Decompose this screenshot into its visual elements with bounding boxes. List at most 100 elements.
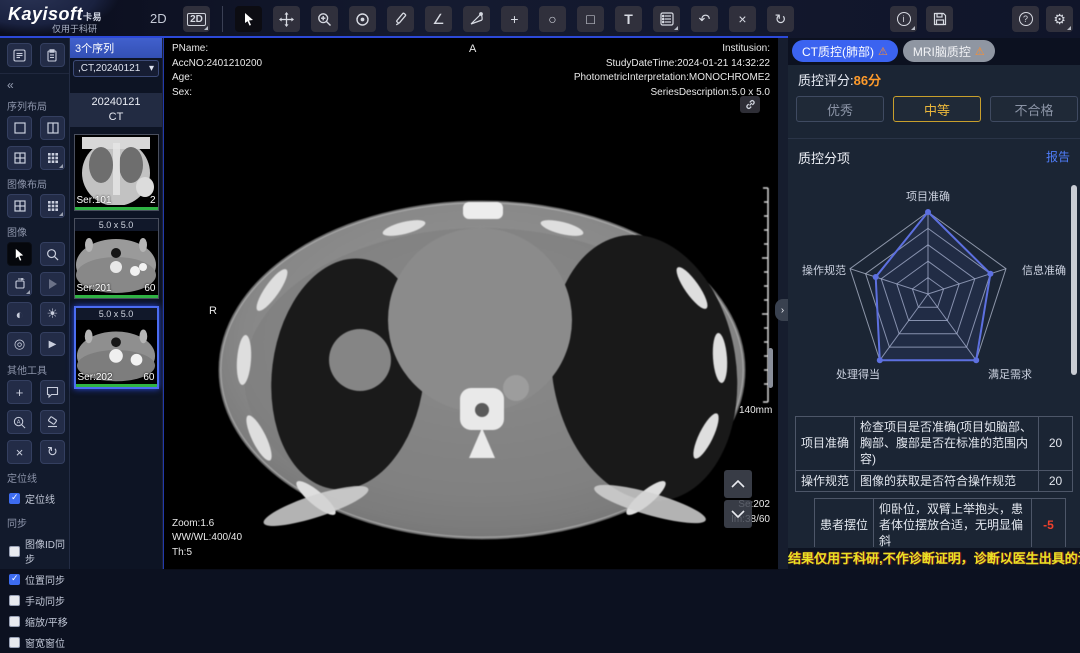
pan-tool-button[interactable]	[273, 6, 300, 32]
series-thumbnail-201[interactable]: 5.0 x 5.0 Ser:20160	[74, 218, 159, 299]
tool-find-button[interactable]: A	[7, 410, 32, 434]
tool-comment-button[interactable]	[40, 380, 65, 404]
info-button[interactable]: i	[890, 6, 917, 32]
save-icon	[933, 12, 947, 26]
2d-mode-icon: 2D	[187, 13, 206, 26]
radar-label-2: 满足需求	[980, 366, 1040, 382]
layout-1x2-button[interactable]	[40, 116, 65, 140]
warning-icon: ⚠	[878, 45, 888, 58]
text-tool-button[interactable]: T	[615, 6, 642, 32]
panel-scrollbar	[1071, 150, 1077, 540]
zoom-in-tool-button[interactable]	[311, 6, 338, 32]
checkbox-label: 窗宽窗位	[25, 635, 65, 650]
img-layout-3x3-button[interactable]	[40, 194, 65, 218]
collapse-sidebar-button[interactable]: «	[0, 74, 69, 92]
probe-tool-button[interactable]: +	[501, 6, 528, 32]
length-tool-button[interactable]	[387, 6, 414, 32]
rectangle-icon: □	[586, 11, 594, 27]
checkbox-position-sync[interactable]	[9, 574, 20, 585]
reset-button[interactable]: ↻	[767, 6, 794, 32]
cobb-angle-tool-button[interactable]	[463, 6, 490, 32]
ruler-label: 140mm	[739, 404, 772, 419]
table-row: 患者摆位 仰卧位，双臂上举抱头，患者体位摆放合适，无明显偏斜 -5	[815, 498, 1066, 547]
checkbox-label: 缩放/平移	[25, 614, 68, 629]
section-image-layout: 图像布局	[0, 170, 69, 194]
image-rotate-button[interactable]	[7, 272, 32, 296]
worklist-button[interactable]	[7, 43, 32, 67]
report-button[interactable]	[40, 43, 65, 67]
checkbox-label: 位置同步	[25, 572, 65, 587]
layout-1x1-button[interactable]	[7, 116, 32, 140]
checkbox-image-id-sync[interactable]	[9, 546, 20, 557]
target-tool-button[interactable]	[349, 6, 376, 32]
grade-fail-button[interactable]: 不合格	[990, 96, 1078, 122]
panel-scrollbar-thumb[interactable]	[1071, 185, 1077, 375]
img-layout-2x2-button[interactable]	[7, 194, 32, 218]
spiral-icon: ◎	[14, 336, 25, 352]
image-viewport[interactable]: PName:AccNO:2401210200 Age:Sex: Institus…	[163, 38, 778, 569]
info-icon: i	[897, 12, 911, 26]
search-a-icon: A	[13, 416, 26, 429]
tool-reset-button[interactable]: ↻	[40, 440, 65, 464]
angle-tool-button[interactable]: ∠	[425, 6, 452, 32]
help-button[interactable]: ?	[1012, 6, 1039, 32]
undo-button[interactable]: ↶	[691, 6, 718, 32]
thumb-series-label: Ser:202	[78, 372, 113, 383]
thumb-top-label: 5.0 x 5.0	[75, 219, 158, 231]
checkbox-manual-sync[interactable]	[9, 595, 20, 606]
eraser-icon	[46, 416, 59, 428]
share-link-button[interactable]	[740, 96, 760, 113]
grade-medium-button[interactable]: 中等	[893, 96, 981, 122]
qc-radar-chart: 项目准确 信息准确 满足需求 处理得当 操作规范	[788, 166, 1080, 408]
save-button[interactable]	[926, 6, 953, 32]
settings-button[interactable]: ⚙	[1046, 6, 1073, 32]
table-row: 操作规范 图像的获取是否符合操作规范 20	[796, 470, 1073, 491]
thumb-count: 60	[144, 283, 155, 294]
series-count-header: 3个序列	[70, 38, 162, 58]
image-magnify-button[interactable]	[40, 242, 65, 266]
scroll-down-button[interactable]	[724, 500, 752, 528]
reset-icon: ↻	[775, 11, 787, 28]
report-link[interactable]: 报告	[1046, 148, 1070, 167]
list-icon	[13, 49, 26, 62]
2d-mode-button[interactable]: 2D	[183, 6, 210, 32]
layout-3x3-button[interactable]	[40, 146, 65, 170]
tool-delete-button[interactable]: ×	[7, 440, 32, 464]
tab-mri-qc[interactable]: MRI脑质控 ⚠	[903, 40, 995, 62]
image-cine-play-button[interactable]: ▶	[40, 332, 65, 356]
rectangle-tool-button[interactable]: □	[577, 6, 604, 32]
checkbox-window-level-sync[interactable]	[9, 637, 20, 648]
image-window-button[interactable]: ◎	[7, 332, 32, 356]
chevron-down-icon	[731, 510, 745, 518]
scroll-up-button[interactable]	[724, 470, 752, 498]
cursor-tool-button[interactable]	[235, 6, 262, 32]
grade-buttons: 优秀 中等 不合格	[796, 96, 1078, 122]
viewport-scrollbar-thumb[interactable]	[768, 348, 773, 388]
study-dropdown[interactable]: ,CT,20240121 ▾	[73, 60, 159, 77]
series-thumbnail-202[interactable]: 5.0 x 5.0 Ser:20260	[74, 306, 159, 389]
delete-annotation-button[interactable]: ×	[729, 6, 756, 32]
close-icon: ×	[738, 11, 746, 27]
tool-eraser-button[interactable]	[40, 410, 65, 434]
reset-icon: ↻	[47, 444, 58, 460]
series-thumbnail-101[interactable]: Ser:1012	[74, 134, 159, 211]
grid-layout-tool-button[interactable]	[653, 6, 680, 32]
image-brightness-button[interactable]: ☀	[40, 302, 65, 326]
qc-score: 质控评分:86分	[798, 70, 881, 89]
tool-crosshair-button[interactable]: +	[7, 380, 32, 404]
series-group-header[interactable]: 20240121 CT	[70, 93, 162, 127]
series-group-modality: CT	[70, 110, 162, 125]
tab-ct-qc[interactable]: CT质控(肺部) ⚠	[792, 40, 898, 62]
grade-excellent-button[interactable]: 优秀	[796, 96, 884, 122]
qc-subitem-penalty: -5	[1032, 498, 1066, 547]
radar-label-3: 处理得当	[828, 366, 888, 382]
layout-2x2-button[interactable]	[7, 146, 32, 170]
ellipse-tool-button[interactable]: ○	[539, 6, 566, 32]
checkbox-positioning-line[interactable]	[9, 493, 20, 504]
image-cursor-button[interactable]	[7, 242, 32, 266]
gear-icon: ⚙	[1053, 11, 1066, 28]
checkbox-zoom-pan-sync[interactable]	[9, 616, 20, 627]
image-flag-button[interactable]	[40, 272, 65, 296]
image-invert-button[interactable]: ◐	[7, 302, 32, 326]
qc-item-desc: 图像的获取是否符合操作规范	[855, 470, 1039, 491]
